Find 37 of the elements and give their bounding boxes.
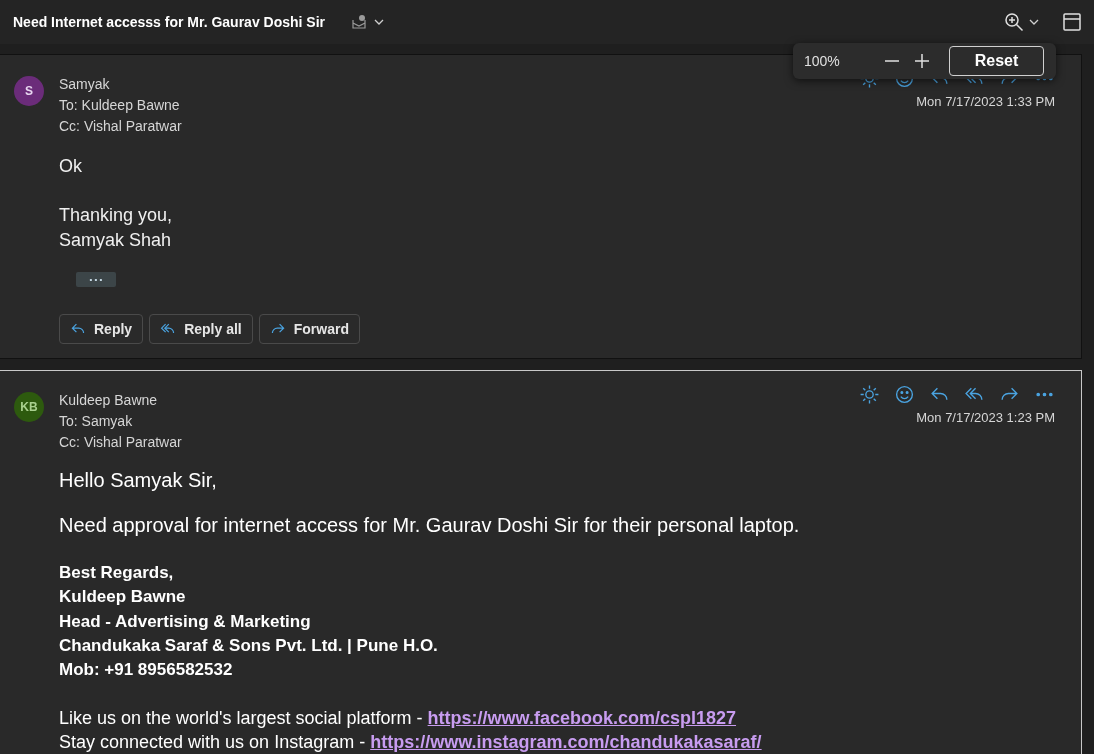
- sender-name: Samyak: [59, 75, 111, 94]
- sent-date: Mon 7/17/2023 1:23 PM: [916, 409, 1055, 427]
- body-text: Ok: [59, 155, 83, 178]
- social-text: Like us on the world's largest social platform -: [59, 708, 424, 729]
- plus-icon[interactable]: [913, 52, 931, 70]
- social-text: Stay connected with us on Instagram -: [59, 732, 367, 753]
- zoom-icon[interactable]: [1004, 12, 1024, 32]
- sun-icon[interactable]: [859, 384, 880, 405]
- signature-line: Mob: +91 8956582532: [59, 659, 234, 682]
- reply-button[interactable]: Reply: [59, 314, 144, 344]
- sent-date: Mon 7/17/2023 1:33 PM: [916, 93, 1055, 111]
- mark-read-icon[interactable]: [351, 14, 367, 30]
- signature-line: Head - Advertising & Marketing: [59, 610, 312, 633]
- cc-line: Cc: Vishal Paratwar: [59, 433, 182, 452]
- signature-line: Chandukaka Saraf & Sons Pvt. Ltd. | Pune H.O.: [59, 634, 439, 657]
- to-line: To: Samyak: [59, 412, 134, 431]
- avatar: S: [14, 76, 44, 106]
- signature-line: Kuldeep Bawne: [59, 586, 187, 609]
- cc-line: Cc: Vishal Paratwar: [59, 117, 182, 136]
- avatar: KB: [14, 392, 44, 422]
- zoom-level: 100%: [804, 51, 841, 71]
- reset-button[interactable]: Reset: [949, 46, 1044, 76]
- body-text: Samyak Shah: [59, 229, 173, 252]
- sender-name: Kuldeep Bawne: [59, 391, 159, 410]
- signature-line: Best Regards,: [59, 562, 175, 584]
- email-subject: Need Internet accesss for Mr. Gaurav Doshi Sir: [13, 12, 325, 32]
- body-text: Need approval for internet access for Mr. Gaurav Doshi Sir for their personal laptop.: [59, 513, 801, 538]
- panel-icon[interactable]: [1062, 12, 1082, 32]
- smiley-icon[interactable]: [894, 384, 915, 405]
- link[interactable]: https://www.facebook.com/cspl1827: [427, 708, 737, 729]
- body-text: Hello Samyak Sir,: [59, 468, 218, 493]
- show-more-button[interactable]: • • •: [76, 272, 116, 287]
- body-text: Thanking you,: [59, 204, 174, 227]
- reply-all-button[interactable]: Reply all: [149, 314, 253, 344]
- to-line: To: Kuldeep Bawne: [59, 96, 181, 115]
- link[interactable]: https://www.instagram.com/chandukakasaraf/: [370, 732, 762, 753]
- forward-button[interactable]: Forward: [258, 314, 360, 344]
